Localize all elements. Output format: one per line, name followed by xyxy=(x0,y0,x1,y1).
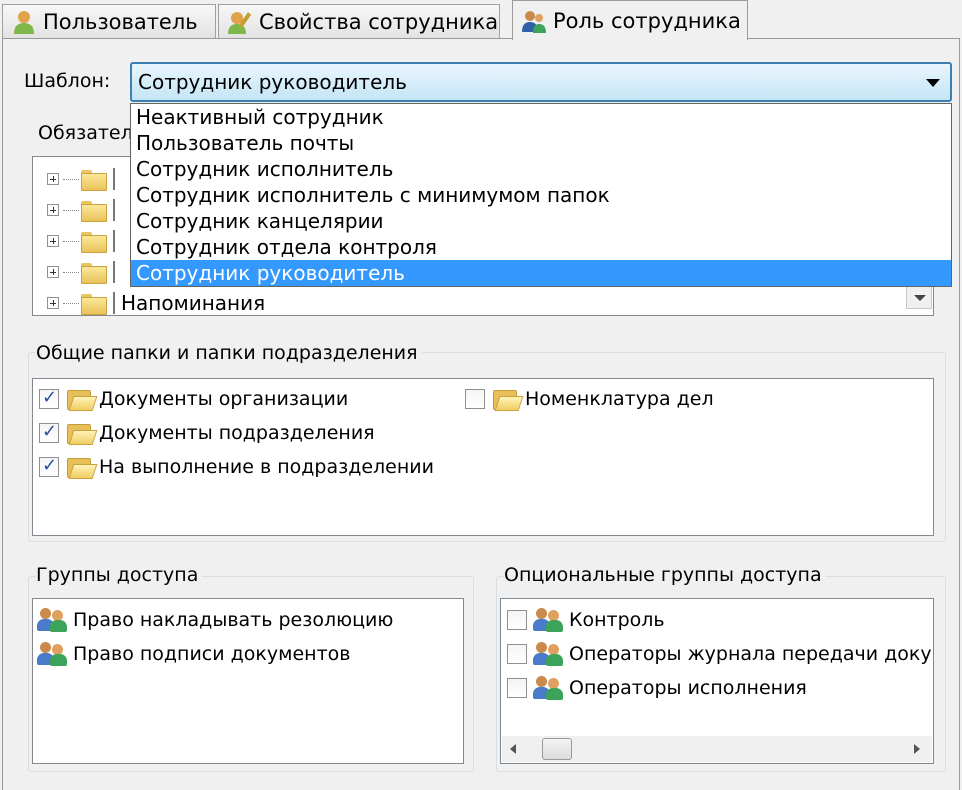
template-option[interactable]: Сотрудник канцелярии xyxy=(131,208,951,234)
tree-row[interactable] xyxy=(47,258,115,286)
shared-folder-label: Документы организации xyxy=(99,388,349,410)
open-folder-icon xyxy=(65,387,93,411)
list-item[interactable]: Право накладывать резолюцию xyxy=(37,607,393,633)
open-folder-icon xyxy=(65,421,93,445)
optional-groups-title: Опциональные группы доступа xyxy=(504,564,826,586)
user-group-icon xyxy=(37,641,69,667)
tab-employee-properties[interactable]: Свойства сотрудника xyxy=(218,4,500,38)
template-selected-value: Сотрудник руководитель xyxy=(138,70,407,94)
access-group-label: Право накладывать резолюцию xyxy=(73,609,394,631)
folder-icon xyxy=(81,230,107,253)
folder-icon xyxy=(81,199,107,222)
template-option[interactable]: Сотрудник исполнитель с минимумом папок xyxy=(131,182,951,208)
checkbox[interactable] xyxy=(39,455,59,477)
user-role-icon xyxy=(521,8,547,34)
user-group-icon xyxy=(37,607,69,633)
tree-item-label: Напоминания xyxy=(121,291,266,315)
expand-icon[interactable] xyxy=(47,235,59,247)
checkbox[interactable] xyxy=(507,678,527,698)
dropdown-arrow-icon[interactable] xyxy=(926,79,940,87)
user-folder-icon xyxy=(81,261,107,284)
list-item[interactable]: Документы организации xyxy=(39,387,348,411)
list-item[interactable]: Документы подразделения xyxy=(39,421,375,445)
list-item[interactable]: На выполнение в подразделении xyxy=(39,455,434,479)
optional-group-label: Контроль xyxy=(569,609,665,631)
access-groups-title: Группы доступа xyxy=(36,564,203,586)
template-option[interactable]: Сотрудник исполнитель xyxy=(131,156,951,182)
optional-groups-list: Контроль Операторы журнала передачи доку… xyxy=(500,598,934,764)
access-group-label: Право подписи документов xyxy=(73,643,351,665)
user-group-icon xyxy=(533,641,565,667)
template-option[interactable]: Сотрудник отдела контроля xyxy=(131,234,951,260)
scroll-right-icon[interactable] xyxy=(914,744,920,754)
list-item[interactable]: Операторы исполнения xyxy=(507,675,807,701)
tab-user[interactable]: Пользователь xyxy=(2,4,216,38)
checkbox[interactable] xyxy=(39,421,59,443)
required-folders-label: Обязател xyxy=(38,122,133,144)
shared-folder-label: На выполнение в подразделении xyxy=(99,456,434,478)
expand-icon[interactable] xyxy=(47,297,59,309)
list-item[interactable]: Право подписи документов xyxy=(37,641,350,667)
template-option[interactable]: Пользователь почты xyxy=(131,130,951,156)
template-option[interactable]: Неактивный сотрудник xyxy=(131,104,951,130)
checkbox[interactable] xyxy=(465,389,485,409)
tab-employee-role[interactable]: Роль сотрудника xyxy=(512,0,748,40)
folder-icon xyxy=(81,292,107,315)
template-combobox[interactable]: Сотрудник руководитель xyxy=(130,62,952,102)
tree-row[interactable]: Напоминания xyxy=(47,289,266,315)
open-folder-icon xyxy=(491,387,519,411)
shared-folder-label: Номенклатура дел xyxy=(525,388,714,410)
user-group-icon xyxy=(533,607,565,633)
template-label: Шаблон: xyxy=(24,70,111,92)
tab-employee-properties-label: Свойства сотрудника xyxy=(259,9,499,34)
template-option-selected[interactable]: Сотрудник руководитель xyxy=(131,260,951,286)
list-item[interactable]: Контроль xyxy=(507,607,665,633)
expand-icon[interactable] xyxy=(47,204,59,216)
template-dropdown-list: Неактивный сотрудник Пользователь почты … xyxy=(130,103,952,287)
checkbox[interactable] xyxy=(507,644,527,664)
horizontal-scrollbar[interactable] xyxy=(502,736,932,762)
shared-folder-label: Документы подразделения xyxy=(99,422,375,444)
user-icon xyxy=(11,9,37,35)
checkbox[interactable] xyxy=(39,387,59,409)
folder-icon xyxy=(81,168,107,191)
tree-row[interactable] xyxy=(47,196,115,224)
list-item[interactable]: Операторы журнала передачи доку xyxy=(507,641,932,667)
shared-folders-title: Общие папки и папки подразделения xyxy=(36,342,422,364)
user-properties-icon xyxy=(227,9,253,35)
tab-user-label: Пользователь xyxy=(43,9,198,34)
optional-group-label: Операторы исполнения xyxy=(569,677,807,699)
list-item[interactable]: Номенклатура дел xyxy=(465,387,714,411)
tree-row[interactable] xyxy=(47,227,115,255)
expand-icon[interactable] xyxy=(47,266,59,278)
tab-employee-role-label: Роль сотрудника xyxy=(553,8,741,33)
scroll-thumb[interactable] xyxy=(542,738,572,760)
checkbox[interactable] xyxy=(507,610,527,630)
access-groups-list: Право накладывать резолюцию Право подпис… xyxy=(32,598,464,764)
tab-bar: Пользователь Свойства сотрудника Роль со… xyxy=(0,0,962,40)
scroll-left-icon[interactable] xyxy=(510,744,516,754)
open-folder-icon xyxy=(65,455,93,479)
shared-folders-list: Документы организации Документы подразде… xyxy=(32,378,934,536)
user-group-icon xyxy=(533,675,565,701)
tree-row[interactable] xyxy=(47,165,115,193)
scroll-down-button[interactable] xyxy=(906,285,932,309)
optional-group-label: Операторы журнала передачи доку xyxy=(569,643,932,665)
expand-icon[interactable] xyxy=(47,173,59,185)
